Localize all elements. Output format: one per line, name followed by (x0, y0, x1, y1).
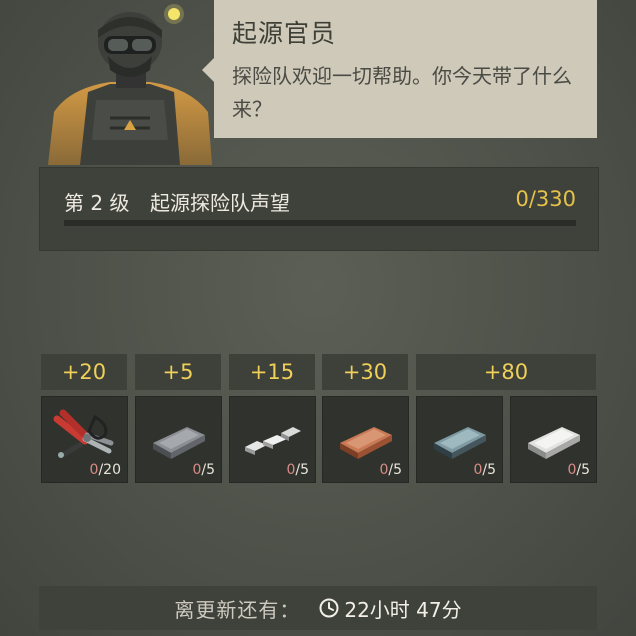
clock-icon (318, 597, 340, 619)
item-slot-silver-nuggets[interactable]: 0/5 (229, 396, 316, 483)
item-slot-iron-ingot[interactable]: 0/5 (135, 396, 222, 483)
item-slot-silver-ingot[interactable]: 0/5 (510, 396, 597, 483)
item-count-silver-ingot: 0/5 (567, 462, 590, 478)
reward-iron: +5 (135, 354, 221, 390)
refresh-label: 离更新还有： (174, 597, 301, 622)
iron-ingot-icon (153, 427, 205, 459)
npc-dialog: 探险队欢迎一切帮助。你今天带了什么来？ (232, 64, 572, 121)
silver-nuggets-icon (245, 427, 301, 455)
reward-tools: +20 (41, 354, 127, 390)
copper-ingot-icon (340, 427, 392, 459)
refresh-timer: 离更新还有： 22小时 47分 (39, 586, 597, 630)
reputation-progress-text: 0/330 (515, 187, 576, 211)
reputation-panel: 第 2 级 起源探险队声望 0/330 (39, 167, 599, 251)
reputation-level: 第 2 级 (64, 191, 130, 215)
reward-ingots: +80 (416, 354, 596, 390)
item-count-iron-ingot: 0/5 (192, 462, 215, 478)
steel-ingot-icon (434, 427, 486, 459)
reputation-progress-bar (64, 220, 576, 226)
item-count-tools: 0/20 (89, 462, 121, 478)
item-slot-steel-ingot[interactable]: 0/5 (416, 396, 503, 483)
dialog-bubble: 起源官员 探险队欢迎一切帮助。你今天带了什么来？ (202, 0, 597, 138)
reward-copper: +30 (322, 354, 408, 390)
item-count-copper-ingot: 0/5 (379, 462, 402, 478)
reward-silver-nuggets: +15 (229, 354, 315, 390)
npc-portrait (40, 0, 220, 165)
item-slot-tools[interactable]: 0/20 (41, 396, 128, 483)
reputation-faction: 起源探险队声望 (150, 191, 290, 215)
item-count-steel-ingot: 0/5 (473, 462, 496, 478)
tools-icon (53, 409, 114, 458)
npc-name: 起源官员 (232, 19, 337, 48)
item-slot-copper-ingot[interactable]: 0/5 (322, 396, 409, 483)
item-count-silver-nuggets: 0/5 (286, 462, 309, 478)
refresh-time: 22小时 47分 (344, 597, 462, 622)
silver-ingot-icon (528, 427, 580, 459)
